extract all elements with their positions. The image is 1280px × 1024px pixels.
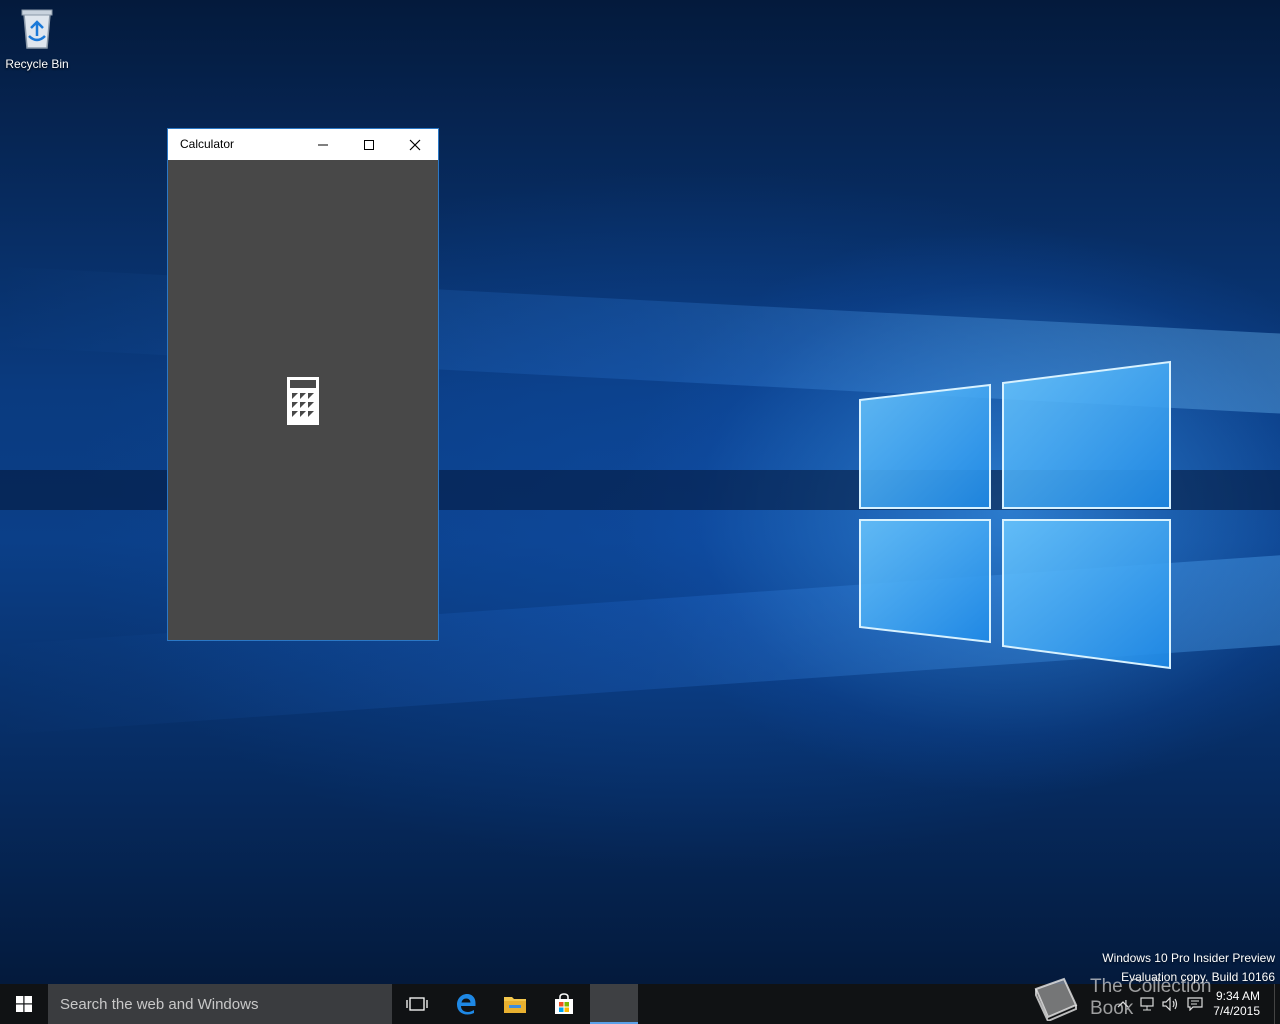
store-icon bbox=[554, 993, 573, 1014]
calculator-window[interactable]: Calculator bbox=[167, 128, 439, 641]
window-title: Calculator bbox=[180, 137, 235, 151]
start-button[interactable] bbox=[0, 984, 48, 1024]
maximize-icon bbox=[364, 139, 374, 150]
desktop-icon-label: Recycle Bin bbox=[5, 57, 69, 71]
store-button[interactable] bbox=[539, 984, 588, 1024]
windows-start-icon bbox=[16, 996, 32, 1012]
file-explorer-button[interactable] bbox=[490, 984, 539, 1024]
search-box[interactable]: Search the web and Windows bbox=[48, 984, 392, 1024]
task-view-icon bbox=[405, 997, 428, 1011]
maximize-button[interactable] bbox=[346, 129, 392, 160]
minimize-button[interactable] bbox=[300, 129, 346, 160]
taskbar-calculator-button[interactable] bbox=[590, 984, 638, 1024]
windows-logo-wallpaper bbox=[859, 360, 1171, 670]
task-view-button[interactable] bbox=[392, 984, 441, 1024]
overlay-logo-text: The Collection Book bbox=[1089, 976, 1212, 1019]
folder-icon bbox=[503, 997, 526, 1013]
calculator-icon bbox=[287, 377, 319, 425]
edge-icon bbox=[456, 994, 475, 1015]
window-titlebar[interactable]: Calculator bbox=[168, 129, 438, 160]
edge-button[interactable] bbox=[441, 984, 490, 1024]
close-button[interactable] bbox=[392, 129, 438, 160]
recycle-bin-icon bbox=[21, 9, 53, 49]
show-desktop-button[interactable] bbox=[1274, 984, 1280, 1024]
watermark-line-1: Windows 10 Pro Insider Preview bbox=[1102, 951, 1275, 965]
overlay-logo: The Collection Book bbox=[1028, 974, 1260, 1022]
book-icon bbox=[1034, 977, 1078, 1021]
desktop-icon-recycle-bin[interactable]: Recycle Bin bbox=[4, 6, 70, 71]
search-placeholder: Search the web and Windows bbox=[60, 995, 259, 1013]
minimize-icon bbox=[318, 144, 328, 145]
close-icon bbox=[409, 139, 421, 150]
